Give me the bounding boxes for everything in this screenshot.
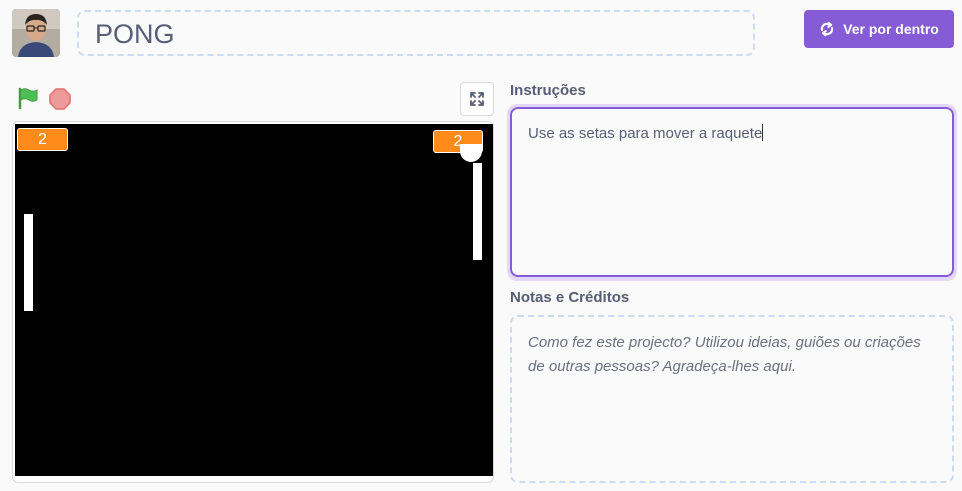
text-caret [762, 124, 764, 141]
stop-button[interactable] [48, 87, 72, 111]
ball [460, 144, 482, 162]
notes-label: Notas e Créditos [510, 289, 630, 306]
notes-field[interactable]: Como fez este projecto? Utilizou ideias,… [510, 315, 954, 483]
paddle-left [24, 214, 33, 311]
paddle-right [473, 163, 482, 260]
avatar[interactable] [12, 9, 60, 57]
green-flag-icon [18, 87, 38, 110]
user-avatar-image [12, 9, 60, 57]
see-inside-button[interactable]: Ver por dentro [804, 10, 954, 48]
stop-icon [49, 88, 71, 110]
fullscreen-button[interactable] [460, 82, 494, 116]
notes-placeholder: Como fez este projecto? Utilizou ideias,… [528, 334, 921, 375]
instructions-field[interactable]: Use as setas para mover a raquete [510, 107, 954, 277]
instructions-text: Use as setas para mover a raquete [528, 125, 763, 142]
score-left: 2 [17, 128, 68, 151]
instructions-label: Instruções [510, 82, 586, 99]
fullscreen-icon [470, 92, 484, 106]
project-title-field[interactable]: PONG [77, 10, 755, 56]
remix-arrows-icon [820, 21, 834, 37]
see-inside-label: Ver por dentro [843, 21, 939, 37]
stage-canvas[interactable]: 2 2 [15, 124, 493, 476]
green-flag-button[interactable] [16, 86, 40, 110]
project-title[interactable]: PONG [95, 19, 175, 50]
